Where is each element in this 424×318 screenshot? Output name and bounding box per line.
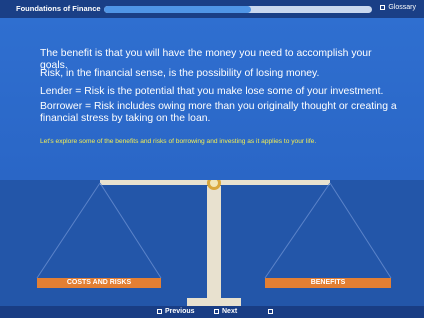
progress-fill: [104, 6, 252, 13]
next-arrow-button[interactable]: [268, 308, 276, 315]
lender-risk-text: Lender = Risk is the potential that you …: [40, 86, 384, 97]
navigation-bar: Previous Next: [0, 306, 424, 318]
borrower-risk-text: Borrower = Risk includes owing more than…: [40, 101, 397, 124]
app-title: Foundations of Finance: [16, 4, 101, 13]
next-arrow-icon: [268, 308, 273, 314]
glossary-icon: [380, 4, 386, 10]
explore-instruction: Let's explore some of the benefits and r…: [40, 138, 317, 145]
glossary-button[interactable]: Glossary: [380, 4, 416, 11]
previous-icon: [157, 308, 162, 314]
lesson-content: The benefit is that you will have the mo…: [0, 18, 424, 180]
costs-and-risks-label[interactable]: COSTS AND RISKS: [37, 278, 161, 288]
risk-definition-text: Risk, in the financial sense, is the pos…: [40, 68, 320, 79]
top-bar: Foundations of Finance Glossary: [0, 0, 424, 18]
benefits-label[interactable]: BENEFITS: [265, 278, 391, 288]
scale-pillar: [207, 186, 221, 298]
previous-label: Previous: [165, 308, 195, 315]
progress-bar: [104, 6, 372, 13]
next-button[interactable]: Next: [214, 308, 237, 315]
scale-base: [187, 298, 241, 306]
divider-icon: [214, 308, 219, 314]
glossary-label: Glossary: [388, 4, 416, 11]
previous-button[interactable]: Previous: [157, 308, 195, 315]
balance-scale-scene: COSTS AND RISKS BENEFITS: [0, 176, 424, 306]
next-label: Next: [222, 308, 238, 315]
